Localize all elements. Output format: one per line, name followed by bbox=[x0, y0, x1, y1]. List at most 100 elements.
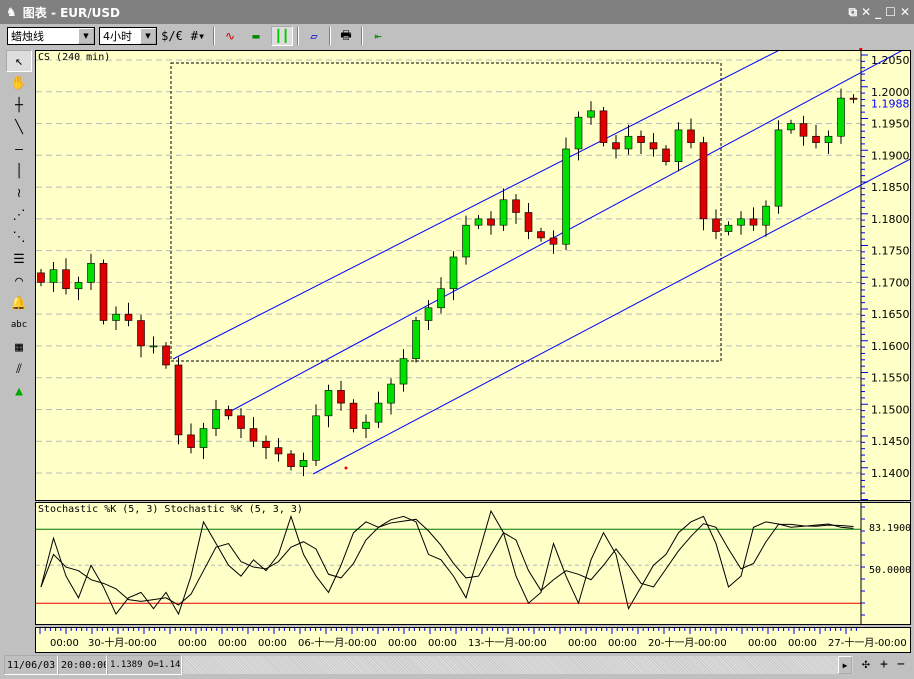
divider bbox=[297, 27, 299, 45]
price-tick-label: 1.1500 bbox=[871, 403, 910, 416]
candle-body bbox=[499, 199, 508, 226]
price-tick-label: 1.1750 bbox=[871, 245, 910, 258]
chevron-down-icon: ▼ bbox=[140, 28, 156, 44]
candle-body bbox=[49, 269, 58, 283]
alarm-bell-icon[interactable]: 🔔 bbox=[6, 292, 32, 314]
price-tick-label: 1.1800 bbox=[871, 213, 910, 226]
candle-body bbox=[124, 313, 133, 321]
candle-body bbox=[537, 231, 545, 239]
candle-body bbox=[337, 390, 345, 404]
price-tick-label: 1.1450 bbox=[871, 435, 910, 448]
maximize-button[interactable]: ☐ bbox=[885, 5, 896, 20]
stochastic-panel[interactable]: Stochastic %K (5, 3) Stochastic %K (5, 3… bbox=[35, 502, 911, 625]
arrow-up-icon[interactable]: ▲ bbox=[6, 380, 32, 402]
currency-toggle-icon[interactable]: $/€ bbox=[161, 26, 183, 46]
candle-body bbox=[474, 218, 483, 226]
candle-body bbox=[374, 402, 383, 423]
current-price-label: 1.1988 bbox=[871, 97, 910, 110]
cursor-icon[interactable]: ↖ bbox=[6, 50, 32, 72]
freehand-icon[interactable]: ≀ bbox=[6, 182, 32, 204]
candles-icon[interactable]: ┃┃ bbox=[271, 26, 293, 46]
status-date: 11/06/03 bbox=[4, 655, 58, 675]
price-tick-label: 1.1700 bbox=[871, 276, 910, 289]
gann-fan-icon[interactable]: ⋱ bbox=[6, 226, 32, 248]
candle-body bbox=[274, 447, 283, 455]
price-tick-label: 1.1650 bbox=[871, 308, 910, 321]
status-time: 20:00:00 bbox=[58, 655, 107, 675]
hand-icon[interactable]: ✋ bbox=[6, 72, 32, 94]
fibonacci-icon[interactable]: ☰ bbox=[6, 248, 32, 270]
candle-body bbox=[412, 320, 420, 359]
candle-body bbox=[324, 390, 333, 417]
divider bbox=[213, 27, 215, 45]
time-axis: 00:00 30-十月-00:00 00:00 00:00 00:00 06-十一月-00… bbox=[35, 627, 911, 653]
arcs-icon[interactable]: ◠ bbox=[6, 270, 32, 292]
trendline-icon[interactable]: ╲ bbox=[6, 116, 32, 138]
candle-body bbox=[212, 409, 220, 429]
divider bbox=[361, 27, 363, 45]
book-icon[interactable]: ▱ bbox=[303, 26, 325, 46]
candle-body bbox=[237, 415, 245, 429]
vertical-line-icon[interactable]: │ bbox=[6, 160, 32, 182]
candle-body bbox=[312, 415, 320, 461]
candle-body bbox=[87, 263, 95, 283]
candle-body bbox=[512, 199, 520, 213]
shift-chart-icon[interactable]: ⇤ bbox=[367, 26, 389, 46]
channel-line bbox=[312, 156, 914, 475]
candle-body bbox=[449, 256, 458, 290]
zoom-out-button[interactable]: − bbox=[897, 657, 905, 672]
candle-body bbox=[824, 135, 833, 143]
print-icon[interactable]: 🖶 bbox=[335, 26, 357, 46]
channel-line bbox=[230, 43, 914, 412]
price-tick-label: 1.1950 bbox=[871, 118, 910, 131]
price-chart[interactable]: 1.2050 1.2000 1.1950 1.1900 1.1850 1.1800 1.17… bbox=[35, 5, 914, 501]
candle-body bbox=[799, 123, 808, 137]
candle-body bbox=[637, 135, 645, 143]
chart-type-select[interactable]: 蜡烛线 ▼ bbox=[7, 27, 95, 45]
restore-alt-button[interactable]: ⧉ bbox=[849, 5, 858, 20]
horizontal-scrollbar[interactable] bbox=[183, 656, 853, 674]
indicator-icon[interactable]: ∿ bbox=[219, 26, 241, 46]
time-label: 00:00 bbox=[178, 638, 207, 649]
candle-body bbox=[349, 402, 358, 429]
drawing-toolbar: ↖ ✋ ┼ ╲ — │ ≀ ⋰ ⋱ ☰ ◠ 🔔 abc ▦ ⫽ ▲ bbox=[5, 50, 33, 402]
chart-label: CS (240 min) bbox=[38, 52, 111, 63]
candle-body bbox=[424, 307, 433, 321]
pin-button[interactable]: ✕ bbox=[861, 5, 871, 20]
candle-body bbox=[399, 358, 408, 385]
oscillator-icon[interactable]: ▬ bbox=[245, 26, 267, 46]
candle-body bbox=[762, 205, 770, 226]
candle-body bbox=[724, 224, 733, 232]
candle-body bbox=[662, 148, 670, 162]
scroll-right-button[interactable]: ▶ bbox=[838, 656, 852, 674]
channel-icon[interactable]: ⫽ bbox=[6, 358, 32, 380]
timeframe-select[interactable]: 4小时 ▼ bbox=[99, 27, 157, 45]
candle-body bbox=[362, 421, 370, 429]
candle-body bbox=[774, 129, 783, 207]
zoom-in-button[interactable]: + bbox=[880, 657, 888, 672]
selection-rectangle bbox=[170, 62, 722, 362]
calculator-icon[interactable]: ▦ bbox=[6, 336, 32, 358]
chart-type-value: 蜡烛线 bbox=[11, 30, 44, 43]
grid-icon[interactable]: #▾ bbox=[187, 26, 209, 46]
window-title: 图表 - EUR/USD bbox=[22, 5, 121, 20]
candle-body bbox=[612, 142, 620, 150]
minimize-button[interactable]: _ bbox=[875, 5, 881, 20]
horizontal-line-icon[interactable]: — bbox=[6, 138, 32, 160]
candle-body bbox=[574, 116, 583, 150]
candle-body bbox=[624, 135, 633, 150]
candle-body bbox=[249, 428, 258, 442]
price-tick-label: 1.1900 bbox=[871, 149, 910, 162]
candle-body bbox=[299, 460, 308, 467]
close-button[interactable]: ✕ bbox=[900, 5, 910, 20]
autoscroll-icon[interactable]: ✣ bbox=[862, 657, 870, 672]
fan-icon[interactable]: ⋰ bbox=[6, 204, 32, 226]
time-label: 00:00 bbox=[388, 638, 417, 649]
time-label: 20-十一月-00:00 bbox=[648, 636, 727, 649]
text-tool-icon[interactable]: abc bbox=[6, 314, 32, 336]
status-ohlc: 1.1389 O=1.1412 H=1.1417 L=1.1404 C bbox=[107, 655, 182, 675]
candle-body bbox=[387, 383, 395, 404]
candle-body bbox=[562, 148, 570, 245]
marker-dot bbox=[344, 466, 348, 470]
crosshair-icon[interactable]: ┼ bbox=[6, 94, 32, 116]
